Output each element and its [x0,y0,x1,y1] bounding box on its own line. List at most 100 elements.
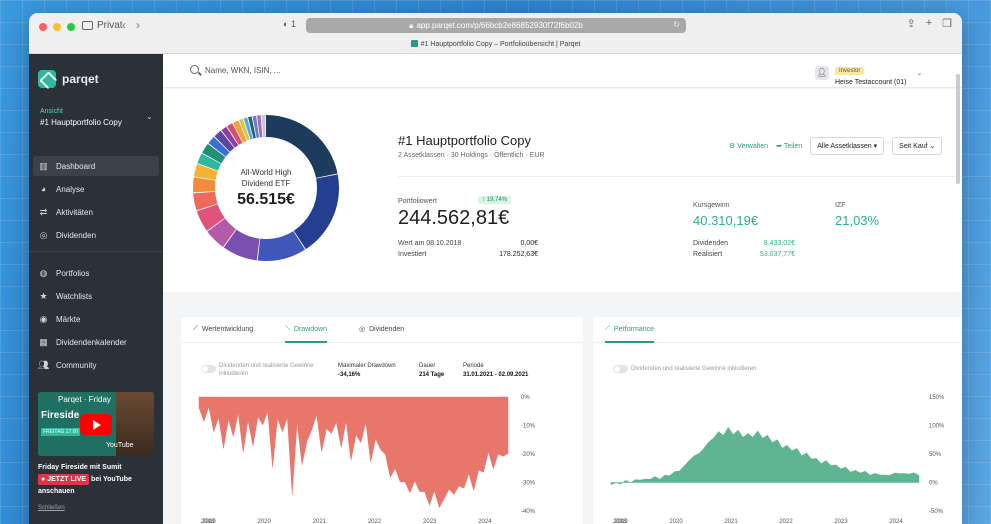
donut-holding-value: 56.515€ [237,191,295,208]
toggle-label: Dividenden und realisierte Gewinne inklu… [631,366,757,372]
nav-label: Dividendenkalender [56,337,127,347]
chevron-down-icon: ⌄ [929,143,936,150]
app-sidebar: parqet Ansicht #1 Hauptportfolio Copy ⌄ … [29,54,163,524]
duration-value: 214 Tage [419,372,445,378]
main-content: 👤︎ Investor Heise Testaccount (01) ⌄ All… [163,54,962,524]
trend-icon: ⟋ [605,325,610,332]
performance-card: ⟋ Performance Dividenden und realisierte … [593,317,962,524]
active-tab[interactable]: #1 Hauptportfolio Copy – Portfolioübersi… [29,40,962,48]
back-icon[interactable]: ‹ [122,18,136,32]
top-bar: 👤︎ Investor Heise Testaccount (01) ⌄ [163,54,962,88]
nav-maerkte[interactable]: ◉ Märkte [33,309,159,329]
youtube-play-icon[interactable] [80,414,112,435]
asset-filter-label: Alle Assetklassen [817,143,872,150]
chevron-down-icon[interactable]: ⌄ [146,112,153,121]
nav-aktivitaeten[interactable]: ⇄ Aktivitäten [33,202,159,222]
trend-icon: ⟋ [193,325,198,332]
forward-icon[interactable]: › [136,18,150,32]
browser-nav-arrows: ‹› [122,18,150,32]
include-dividends-toggle[interactable] [201,365,216,373]
portfolios-icon: ◍ [39,267,48,278]
x-tick-label: 2018 [201,519,215,524]
nav-label: Dashboard [56,161,96,171]
promo-line-2: bei YouTube [91,476,132,483]
promo-video-thumbnail[interactable]: Parqet · Friday Fireside FREITAG 17:00 Y… [38,392,154,456]
nav-dividendenkalender[interactable]: ▦ Dividendenkalender [33,332,159,352]
portfolio-actions: ⚙ Verwalten ➦ Teilen Alle Assetklassen ▾ S… [729,137,943,155]
portfolio-value: 244.562,81€ [398,207,510,229]
search-icon [190,65,199,74]
browser-chrome: Privat ‹› ◐ 1 🔒︎ app.parqet.com/p/66bcb2… [29,13,962,54]
y-tick-label: -20% [521,452,536,458]
drawdown-chart[interactable]: 0%-10%-20%-30%-40%2019 2020 2021 2022 2023 20… [181,389,583,524]
share-arrow-icon: ➦ [776,143,782,150]
filter-icon: ▾ [873,143,878,150]
portfolio-title: #1 Hauptportfolio Copy [398,133,531,148]
max-drawdown-value: -34,16% [338,372,361,378]
globe-icon: ◉ [39,313,48,324]
tab-drawdown[interactable]: ⟍ Drawdown [285,325,327,343]
share-label: Teilen [783,142,803,150]
tab-overview-icon[interactable]: ❐ [942,17,952,30]
nav-portfolios[interactable]: ◍ Portfolios [33,263,159,283]
donut-holding-label-2: Dividend ETF [241,179,291,188]
nav-analyse[interactable]: ◕ Analyse [33,179,159,199]
star-icon: ★ [39,290,48,301]
parqet-logo-icon [38,70,56,88]
account-name: Heise Testaccount (01) [835,79,907,86]
y-tick-label: -10% [521,424,536,430]
tab-wertentwicklung[interactable]: ⟋ Wertentwicklung [193,325,253,333]
role-badge: Investor [835,67,865,75]
browser-sidebar-toggle[interactable]: Privat [82,20,123,31]
search-input[interactable] [205,62,405,78]
nav-label: Dividenden [56,230,97,240]
asset-class-filter[interactable]: Alle Assetklassen ▾ [810,137,885,155]
minimize-window-button[interactable] [53,23,61,31]
chart-area [610,426,920,486]
account-menu[interactable]: 👤︎ Investor Heise Testaccount (01) ⌄ [815,59,922,86]
reload-icon[interactable]: ↻ [673,20,680,29]
x-tick-label: 2023 [423,519,437,524]
maximize-window-button[interactable] [67,23,75,31]
share-button[interactable]: ➦ Teilen [776,142,803,151]
x-tick-label: 2020 [669,519,683,524]
browser-window: Privat ‹› ◐ 1 🔒︎ app.parqet.com/p/66bcb2… [29,13,962,524]
tab-performance[interactable]: ⟋ Performance [605,325,654,343]
scrollbar-thumb[interactable] [956,74,960,184]
toggle-label: Dividenden und realisierte Gewinne inklud… [219,362,314,378]
nav-label: Märkte [56,314,81,324]
drawdown-icon: ⟍ [285,325,290,332]
transfer-icon: ⇄ [39,206,48,217]
y-tick-label: 50% [929,452,942,458]
address-bar[interactable]: 🔒︎ app.parqet.com/p/66bcb2e86852930f72f6… [306,18,686,33]
toggle-label-line-2: inkludieren [219,371,249,377]
share-icon[interactable]: ⇪ [906,17,915,30]
chart-icon: ▥ [39,160,48,171]
manage-button[interactable]: ⚙ Verwalten [729,142,768,151]
calendar-icon: ▦ [39,336,48,347]
live-label: JETZT LIVE [47,476,87,483]
tab-label: Wertentwicklung [201,325,254,333]
nav-community[interactable]: 👥︎ Community [33,355,159,375]
include-dividends-toggle[interactable] [613,365,628,373]
performance-chart[interactable]: 150%100%50%0%-50%2019 2020 2021 2022 2023 202… [593,389,962,524]
nav-dividenden[interactable]: ◎ Dividenden [33,225,159,245]
users-icon: 👥︎ [37,359,50,370]
promo-close-link[interactable]: Schließen [38,505,65,511]
view-selector[interactable]: #1 Hauptportfolio Copy [40,118,122,127]
tab-dividenden[interactable]: ◎ Dividenden [359,325,404,334]
nav-watchlists[interactable]: ★ Watchlists [33,286,159,306]
chart-tabs: ⟋ Wertentwicklung ⟍ Drawdown ◎ Dividenden [181,317,583,343]
close-window-button[interactable] [39,23,47,31]
profile-label: Privat [97,20,123,31]
performance-badge: ↑ 19,74% [478,196,512,204]
new-tab-icon[interactable]: + [926,17,932,30]
youtube-label: YouTube [106,442,134,449]
y-tick-label: 150% [929,395,945,401]
nav-label: Community [56,360,97,370]
nav-dashboard[interactable]: ▥ Dashboard [33,156,159,176]
privacy-shield-icon[interactable]: ◐ 1 [283,19,296,29]
brand-name: parqet [62,72,99,86]
brand-logo[interactable]: parqet [38,70,99,88]
period-select[interactable]: Seit Kauf ⌄ [892,137,943,155]
